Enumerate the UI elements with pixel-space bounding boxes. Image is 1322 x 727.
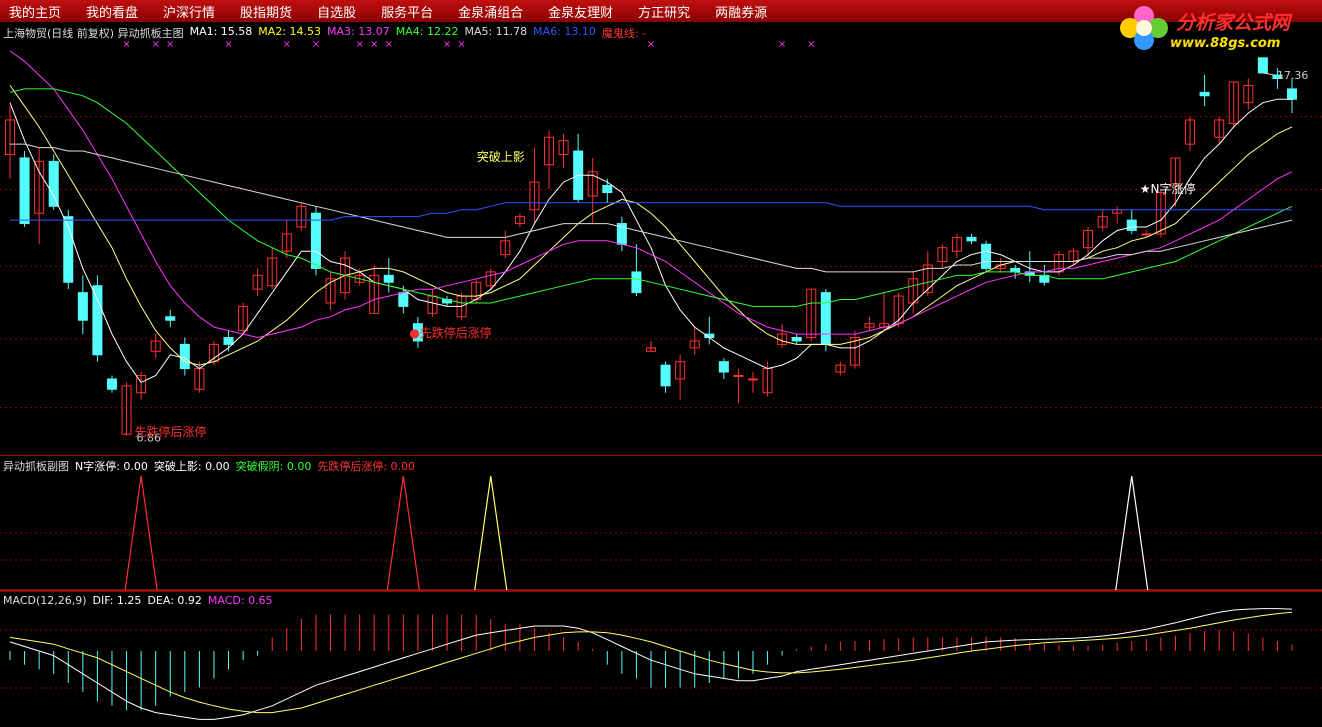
signal-spike bbox=[386, 475, 420, 591]
candle-body bbox=[733, 374, 744, 377]
high-price-label: 17.36 bbox=[1277, 69, 1309, 82]
candle-body bbox=[92, 285, 103, 356]
candle-body bbox=[106, 378, 117, 390]
signal-marker: × bbox=[457, 39, 465, 50]
candle-body bbox=[820, 292, 831, 345]
candle-body bbox=[165, 316, 176, 321]
candle-body bbox=[791, 337, 802, 342]
signal-marker: × bbox=[283, 39, 291, 50]
drop-then-limit-label: 先跌停后涨停 bbox=[135, 424, 207, 439]
ma-line-ma4 bbox=[9, 88, 1293, 307]
candle-body bbox=[966, 236, 977, 242]
signal-marker: × bbox=[122, 39, 130, 50]
signal-marker: × bbox=[778, 39, 786, 50]
candle-body bbox=[747, 378, 758, 381]
candle-body bbox=[398, 292, 409, 307]
candle-body bbox=[1010, 267, 1021, 273]
signal-marker: × bbox=[224, 39, 232, 50]
candle-body bbox=[48, 160, 59, 207]
signal-marker: × bbox=[355, 39, 363, 50]
signal-marker: × bbox=[385, 39, 393, 50]
candle-body bbox=[1141, 233, 1152, 236]
candle-body bbox=[1199, 91, 1210, 97]
candle-body bbox=[660, 364, 671, 387]
candle-body bbox=[179, 343, 190, 370]
candle-body bbox=[383, 274, 394, 283]
candle-body bbox=[981, 243, 992, 269]
signal-marker: × bbox=[312, 39, 320, 50]
drop-then-limit-label: ●先跌停后涨停 bbox=[409, 325, 491, 340]
candle-body bbox=[631, 271, 642, 294]
ma-line-ma2 bbox=[9, 85, 1293, 366]
candle-body bbox=[1257, 57, 1268, 74]
candle-body bbox=[19, 157, 30, 225]
ma-line-ma1 bbox=[9, 98, 1292, 384]
signal-marker: × bbox=[166, 39, 174, 50]
candle-body bbox=[310, 212, 321, 269]
candle-body bbox=[1126, 219, 1137, 231]
stock-chart[interactable]: × × × × × × × × × × × × × ×17.366.86先跌停后涨停●先跌停后涨停突破上影… bbox=[0, 0, 1322, 727]
candle-body bbox=[223, 337, 234, 345]
signal-marker: × bbox=[370, 39, 378, 50]
signal-marker: × bbox=[443, 39, 451, 50]
signal-marker: × bbox=[151, 39, 159, 50]
candle-body bbox=[602, 185, 613, 193]
candle-body bbox=[1286, 88, 1298, 100]
signal-marker: × bbox=[807, 39, 815, 50]
signal-marker: × bbox=[647, 39, 655, 50]
ma-line-ma6 bbox=[10, 202, 1292, 221]
high-price-pointer bbox=[1262, 72, 1275, 76]
ma-line-ma3 bbox=[9, 50, 1293, 339]
breakout-label: 突破上影 bbox=[477, 149, 525, 164]
candle-body bbox=[77, 292, 88, 321]
n-limit-label: ★N字涨停 bbox=[1140, 181, 1196, 196]
candle-body bbox=[718, 361, 729, 373]
